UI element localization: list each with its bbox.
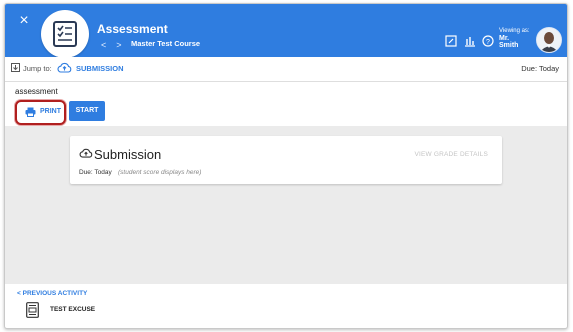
download-box-icon xyxy=(11,63,20,72)
viewing-as-label: Viewing as: xyxy=(499,28,530,34)
print-button[interactable]: PRINT xyxy=(15,100,66,125)
previous-activity-title[interactable]: TEST EXCUSE xyxy=(50,306,95,313)
course-name: Master Test Course xyxy=(131,39,201,48)
score-note: (student score displays here) xyxy=(118,169,202,176)
previous-activity-label: PREVIOUS ACTIVITY xyxy=(22,290,88,297)
card-heading: Submission xyxy=(94,147,162,162)
jump-to-label: Jump to: xyxy=(23,64,52,73)
jump-submission-link[interactable]: SUBMISSION xyxy=(76,64,124,73)
viewer-name-line2: Smith xyxy=(499,42,519,49)
jump-bar: Jump to: SUBMISSION Due: Today xyxy=(5,57,567,82)
edit-icon[interactable] xyxy=(445,35,457,47)
activity-nav: < > xyxy=(101,40,132,50)
cloud-upload-icon xyxy=(79,148,93,158)
print-button-label: PRINT xyxy=(40,108,61,115)
document-icon xyxy=(26,302,39,318)
svg-text:?: ? xyxy=(486,39,490,46)
submission-card: Submission VIEW GRADE DETAILS Due: Today… xyxy=(70,136,502,184)
user-portrait-icon xyxy=(537,28,561,52)
chevron-left-icon: < xyxy=(17,290,21,297)
cloud-upload-icon xyxy=(57,62,72,73)
page-title: Assessment xyxy=(97,22,168,36)
avatar[interactable] xyxy=(536,27,562,53)
prev-arrow-icon[interactable]: < xyxy=(101,40,106,50)
help-icon[interactable]: ? xyxy=(482,35,494,47)
next-arrow-icon[interactable]: > xyxy=(116,40,121,50)
checklist-icon xyxy=(53,21,77,47)
viewer-name-line1: Mr. xyxy=(499,35,510,42)
close-button[interactable]: × xyxy=(17,13,31,29)
app-window: × Assessment < > Master Test Course ? Vi… xyxy=(4,3,568,329)
bar-chart-icon[interactable] xyxy=(464,35,476,47)
view-grade-details-button[interactable]: VIEW GRADE DETAILS xyxy=(414,151,488,158)
assessment-badge xyxy=(41,10,89,58)
due-date: Due: Today xyxy=(521,64,559,73)
card-due-date: Due: Today xyxy=(79,169,112,176)
assessment-label: assessment xyxy=(15,87,58,96)
header-bar: × Assessment < > Master Test Course ? Vi… xyxy=(5,4,567,58)
viewing-as: Viewing as: Mr. Smith xyxy=(499,28,530,49)
printer-icon xyxy=(25,107,36,117)
previous-activity-link[interactable]: < PREVIOUS ACTIVITY xyxy=(17,290,87,297)
start-button[interactable]: START xyxy=(69,101,105,121)
